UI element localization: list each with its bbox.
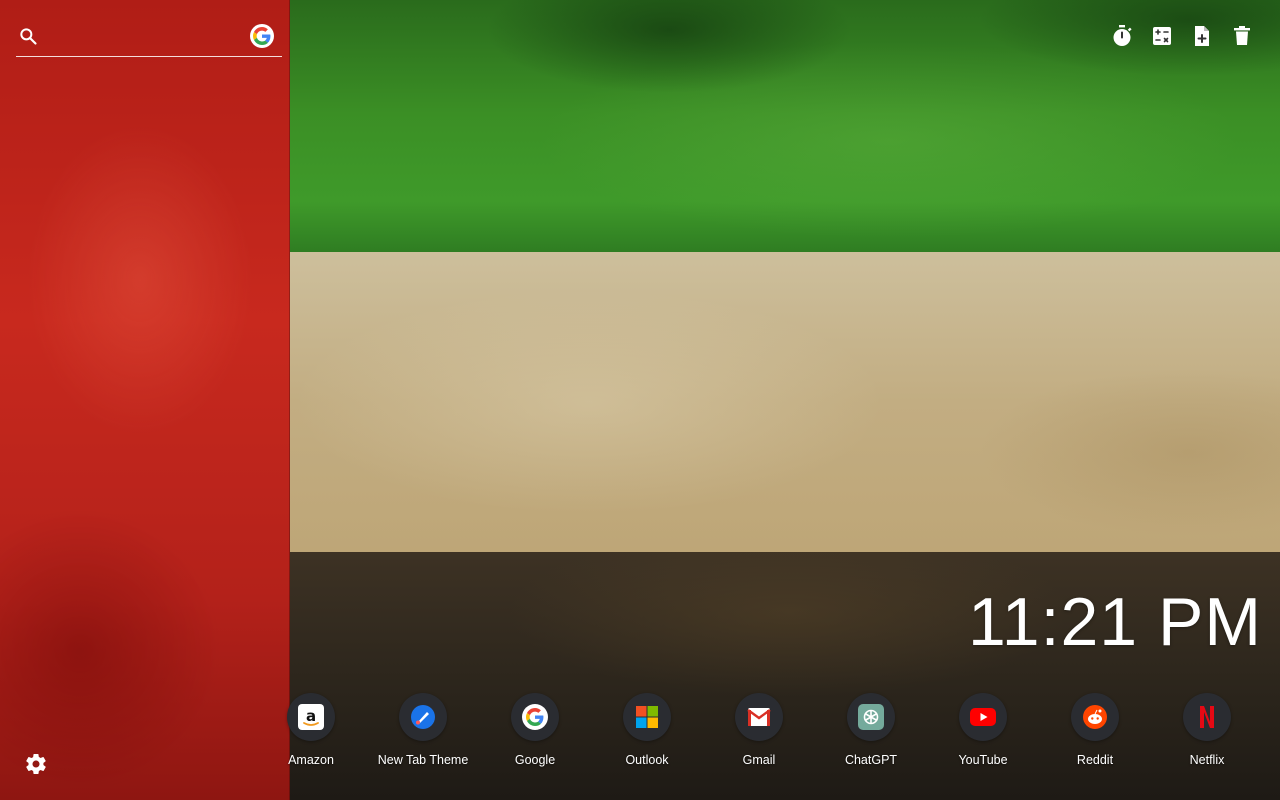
google-g-icon[interactable] [250, 24, 274, 48]
shortcut-label: YouTube [958, 753, 1008, 767]
shortcut-google[interactable]: Google [479, 693, 591, 767]
shortcut-label: Amazon [288, 753, 334, 767]
reddit-icon [1071, 693, 1119, 741]
shortcut-chatgpt[interactable]: ChatGPT [815, 693, 927, 767]
search-bar [16, 20, 282, 57]
flag-white-band [289, 252, 1280, 552]
calculator-icon[interactable] [1150, 24, 1174, 48]
wallpaper-uae-flag [0, 0, 1280, 800]
shortcut-label: Reddit [1076, 753, 1114, 767]
shortcut-label: ChatGPT [844, 753, 898, 767]
shortcut-gmail[interactable]: Gmail [703, 693, 815, 767]
shortcut-label: Google [514, 753, 556, 767]
microsoft-icon [623, 693, 671, 741]
netflix-icon [1183, 693, 1231, 741]
shortcut-label: Outlook [625, 753, 669, 767]
chatgpt-icon [847, 693, 895, 741]
amazon-icon: a [287, 693, 335, 741]
shortcut-netflix[interactable]: Netflix [1151, 693, 1263, 767]
timer-icon[interactable] [1110, 24, 1134, 48]
clock-time: 11:21 PM [967, 584, 1262, 660]
shortcut-label: Netflix [1189, 753, 1225, 767]
search-icon[interactable] [18, 26, 38, 46]
top-toolbar [1110, 24, 1254, 48]
youtube-icon [959, 693, 1007, 741]
shortcut-label: New Tab Theme [377, 753, 469, 767]
shortcut-reddit[interactable]: Reddit [1039, 693, 1151, 767]
shortcut-youtube[interactable]: YouTube [927, 693, 1039, 767]
shortcut-new-tab-theme[interactable]: New Tab Theme [367, 693, 479, 767]
flag-red-band [0, 0, 290, 800]
gmail-icon [735, 693, 783, 741]
search-input[interactable] [50, 24, 244, 52]
gear-icon[interactable] [24, 752, 48, 776]
shortcut-amazon[interactable]: a Amazon [255, 693, 367, 767]
new-tab-theme-icon [399, 693, 447, 741]
shortcut-label: Gmail [742, 753, 776, 767]
svg-text:a: a [306, 707, 316, 725]
trash-icon[interactable] [1230, 24, 1254, 48]
shortcut-outlook[interactable]: Outlook [591, 693, 703, 767]
add-note-icon[interactable] [1190, 24, 1214, 48]
google-icon [511, 693, 559, 741]
